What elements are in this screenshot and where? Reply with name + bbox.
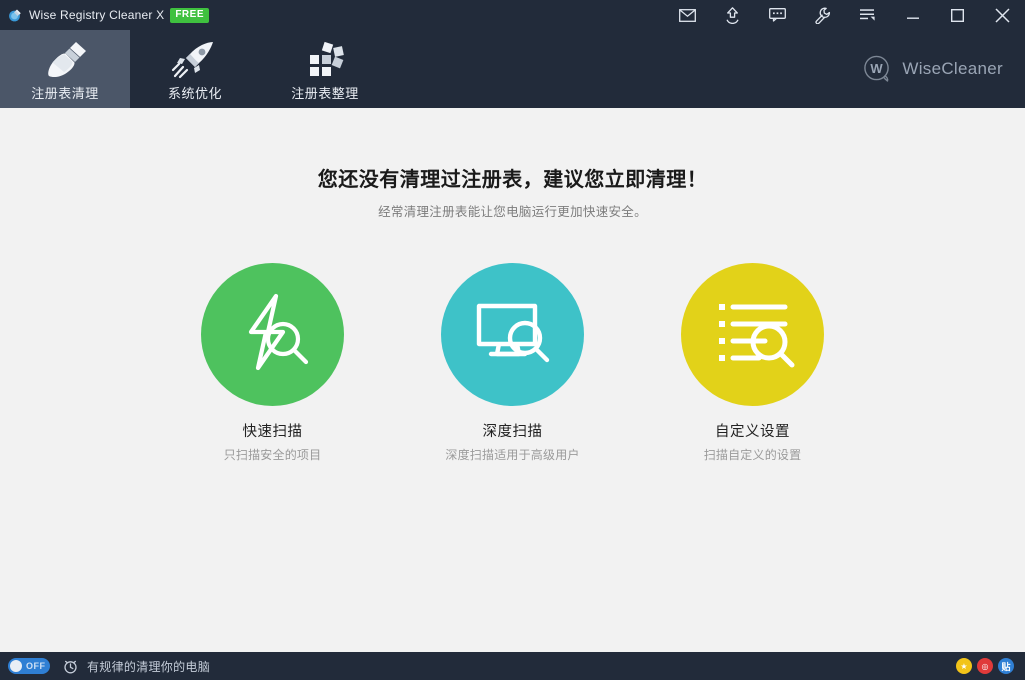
brand-text: WiseCleaner (902, 59, 1003, 79)
scan-option-quick[interactable]: 快速扫描 只扫描安全的项目 (192, 263, 354, 463)
free-badge: FREE (170, 8, 209, 23)
defrag-icon (300, 38, 350, 82)
tab-label: 系统优化 (168, 83, 222, 102)
star-tray-icon[interactable]: ★ (956, 658, 972, 674)
scan-option-deep[interactable]: 深度扫描 深度扫描适用于高级用户 (432, 263, 594, 463)
lightning-search-icon (227, 286, 319, 383)
title-bar-controls (665, 0, 1025, 30)
custom-scan-circle[interactable] (681, 263, 824, 406)
quick-scan-circle[interactable] (201, 263, 344, 406)
option-subtitle: 扫描自定义的设置 (704, 446, 802, 463)
wisecleaner-mark-icon: W (863, 54, 893, 84)
option-title: 深度扫描 (483, 420, 543, 441)
rocket-icon (169, 38, 221, 82)
title-bar: Wise Registry Cleaner X FREE (0, 0, 1025, 30)
app-broom-icon (7, 7, 23, 23)
brand-logo: W WiseCleaner (863, 30, 1025, 108)
tray-icons: ★ ◎ 贴 (956, 658, 1017, 674)
status-bar: OFF 有规律的清理你的电脑 ★ ◎ 贴 (0, 652, 1025, 680)
option-subtitle: 只扫描安全的项目 (224, 446, 322, 463)
maximize-icon[interactable] (935, 0, 980, 30)
upgrade-icon[interactable] (710, 0, 755, 30)
menu-icon[interactable] (845, 0, 890, 30)
deep-scan-circle[interactable] (441, 263, 584, 406)
red-tray-icon[interactable]: ◎ (977, 658, 993, 674)
tab-label: 注册表整理 (291, 83, 359, 102)
alarm-clock-icon[interactable] (62, 658, 78, 674)
svg-text:W: W (871, 61, 884, 76)
list-search-icon (707, 286, 799, 383)
page-title: 您还没有清理过注册表，建议您立即清理！ (318, 163, 708, 192)
paste-tray-icon[interactable]: 贴 (998, 658, 1014, 674)
schedule-status-text: 有规律的清理你的电脑 (87, 658, 210, 675)
option-title: 自定义设置 (715, 420, 790, 441)
option-title: 快速扫描 (243, 420, 303, 441)
tab-registry-cleaner[interactable]: 注册表清理 (0, 30, 130, 108)
scan-options: 快速扫描 只扫描安全的项目 深度扫描 (192, 263, 834, 463)
main-navigation: 注册表清理 系统优化 (0, 30, 1025, 108)
option-subtitle: 深度扫描适用于高级用户 (445, 446, 579, 463)
tools-icon[interactable] (800, 0, 845, 30)
title-bar-left: Wise Registry Cleaner X FREE (0, 7, 209, 23)
page-subtitle: 经常清理注册表能让您电脑运行更加快速安全。 (378, 201, 647, 220)
window-title: Wise Registry Cleaner X (29, 8, 164, 22)
application-window: Wise Registry Cleaner X FREE (0, 0, 1025, 680)
monitor-search-icon (467, 286, 559, 383)
tab-registry-defrag[interactable]: 注册表整理 (260, 30, 390, 108)
close-icon[interactable] (980, 0, 1025, 30)
toggle-knob (10, 660, 22, 672)
schedule-toggle[interactable]: OFF (8, 658, 50, 674)
toggle-state-label: OFF (26, 661, 46, 671)
tab-label: 注册表清理 (31, 83, 99, 102)
mail-icon[interactable] (665, 0, 710, 30)
minimize-icon[interactable] (890, 0, 935, 30)
feedback-icon[interactable] (755, 0, 800, 30)
broom-icon (36, 38, 94, 82)
main-content: 您还没有清理过注册表，建议您立即清理！ 经常清理注册表能让您电脑运行更加快速安全… (0, 108, 1025, 652)
tab-system-optimize[interactable]: 系统优化 (130, 30, 260, 108)
scan-option-custom[interactable]: 自定义设置 扫描自定义的设置 (672, 263, 834, 463)
